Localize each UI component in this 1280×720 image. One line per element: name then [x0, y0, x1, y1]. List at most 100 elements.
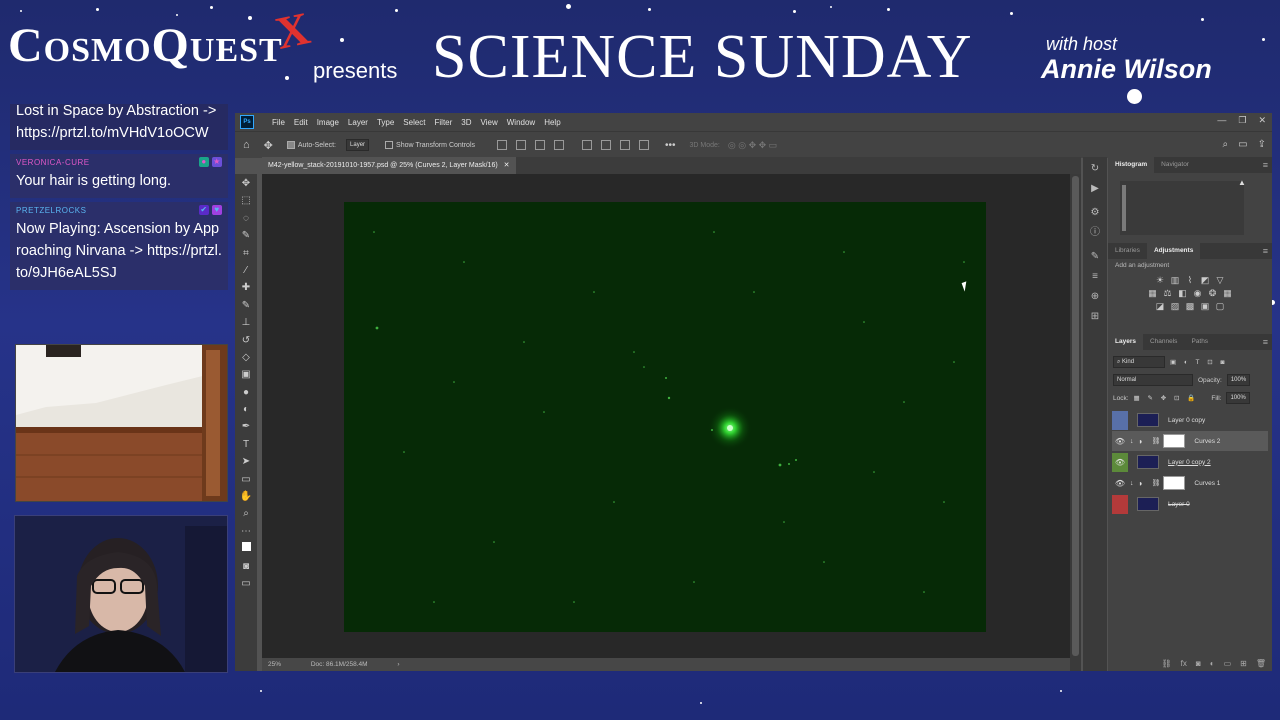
color-balance-icon[interactable]: ⚖	[1163, 288, 1173, 298]
posterize-icon[interactable]: ▨	[1170, 301, 1180, 311]
visibility-off-slot[interactable]	[1112, 410, 1128, 430]
quick-mask-icon[interactable]: ◙	[239, 560, 253, 574]
layer-style-icon[interactable]: fx	[1181, 657, 1187, 671]
fill-field[interactable]: 100%	[1226, 392, 1250, 404]
warning-icon[interactable]: ▲	[1238, 178, 1246, 187]
panel-menu-icon[interactable]: ≡	[1263, 334, 1268, 350]
dodge-tool-icon[interactable]: ◐	[239, 403, 253, 417]
hue-saturation-icon[interactable]: ▦	[1148, 288, 1158, 298]
auto-select-checkbox[interactable]	[286, 141, 295, 149]
tab-layers[interactable]: Layers	[1108, 334, 1143, 350]
link-icon[interactable]: ⛓	[1152, 479, 1161, 487]
restore-icon[interactable]: ❐	[1238, 115, 1246, 126]
layer-row-layer-0-copy-2[interactable]: 👁 Layer 0 copy 2	[1112, 452, 1268, 472]
menu-3d[interactable]: 3D	[461, 118, 471, 127]
zoom-level[interactable]: 25%	[268, 661, 281, 668]
menu-image[interactable]: Image	[317, 118, 339, 127]
new-group-icon[interactable]: ▭	[1224, 657, 1232, 671]
new-adjustment-icon[interactable]: ◐	[1210, 657, 1215, 671]
threshold-icon[interactable]: ▩	[1185, 301, 1195, 311]
more-tools-icon[interactable]: ⋯	[239, 525, 253, 539]
minimize-icon[interactable]: —	[1217, 115, 1226, 126]
panel-menu-icon[interactable]: ≡	[1263, 243, 1268, 259]
history-brush-icon[interactable]: ↺	[239, 334, 253, 348]
channel-mixer-icon[interactable]: ❂	[1208, 288, 1218, 298]
align-bottom-icon[interactable]	[620, 140, 631, 150]
photo-filter-icon[interactable]: ◉	[1193, 288, 1203, 298]
gradient-tool-icon[interactable]: ▣	[239, 368, 253, 382]
auto-select-dropdown[interactable]: Layer	[346, 139, 370, 151]
clone-source-icon[interactable]: ⊕	[1089, 291, 1101, 303]
brush-settings-icon[interactable]: ≡	[1089, 271, 1101, 283]
layer-kind-filter[interactable]: ⌕ Kind	[1113, 356, 1165, 368]
pen-tool-icon[interactable]: ✒	[239, 420, 253, 434]
type-tool-icon[interactable]: T	[239, 438, 253, 452]
screen-mode-icon[interactable]: ▭	[239, 577, 253, 591]
info-panel-icon[interactable]: ⓘ	[1089, 227, 1101, 239]
panel-menu-icon[interactable]: ≡	[1263, 157, 1268, 173]
menu-select[interactable]: Select	[403, 118, 425, 127]
link-layers-icon[interactable]: ⛓	[1162, 657, 1172, 671]
tab-adjustments[interactable]: Adjustments	[1146, 243, 1201, 259]
align-left-icon[interactable]	[497, 140, 508, 150]
tab-paths[interactable]: Paths	[1184, 334, 1215, 350]
tab-histogram[interactable]: Histogram	[1108, 157, 1155, 173]
eraser-tool-icon[interactable]: ◇	[239, 351, 253, 365]
actions-panel-icon[interactable]: ▶	[1089, 183, 1101, 195]
workspace-icon[interactable]: ▭	[1238, 139, 1247, 150]
share-icon[interactable]: ⇪	[1258, 139, 1266, 150]
crop-tool-icon[interactable]: ⌗	[239, 247, 253, 261]
menu-help[interactable]: Help	[544, 118, 560, 127]
menu-layer[interactable]: Layer	[348, 118, 368, 127]
tab-libraries[interactable]: Libraries	[1108, 243, 1147, 259]
distribute-icon[interactable]	[554, 140, 565, 150]
menu-filter[interactable]: Filter	[435, 118, 453, 127]
status-arrow-icon[interactable]: ›	[397, 661, 399, 668]
quick-select-tool-icon[interactable]: ✎	[239, 229, 253, 243]
gradient-map-icon[interactable]: ▢	[1215, 301, 1225, 311]
link-icon[interactable]: ⛓	[1152, 437, 1161, 445]
close-tab-icon[interactable]: ✕	[504, 162, 510, 169]
move-tool-icon[interactable]: ✥	[239, 177, 253, 191]
brush-panel-icon[interactable]: ✎	[1089, 251, 1101, 263]
marquee-tool-icon[interactable]: ⬚	[239, 194, 253, 208]
history-panel-icon[interactable]: ↻	[1089, 163, 1101, 175]
selective-color-icon[interactable]: ▣	[1200, 301, 1210, 311]
add-mask-icon[interactable]: ◙	[1196, 657, 1201, 671]
hand-tool-icon[interactable]: ✋	[239, 490, 253, 504]
layer-row-curves-2[interactable]: 👁 ↓ ◑ ⛓ Curves 2	[1112, 431, 1268, 451]
lasso-tool-icon[interactable]: ◌	[239, 212, 253, 226]
eye-icon[interactable]: 👁	[1112, 452, 1128, 472]
canvas-area[interactable]	[262, 174, 1070, 660]
layer-row-curves-1[interactable]: 👁 ↓ ◑ ⛓ Curves 1	[1112, 473, 1268, 493]
home-icon[interactable]: ⌂	[243, 139, 250, 151]
black-white-icon[interactable]: ◧	[1178, 288, 1188, 298]
eye-icon[interactable]: 👁	[1112, 474, 1128, 493]
layer-row-layer-0[interactable]: Layer 0	[1112, 494, 1268, 514]
color-lookup-icon[interactable]: ▦	[1223, 288, 1233, 298]
transform-controls-checkbox[interactable]	[385, 141, 394, 149]
eye-icon[interactable]: 👁	[1112, 432, 1128, 451]
levels-icon[interactable]: ▥	[1170, 275, 1180, 285]
menu-file[interactable]: File	[272, 118, 285, 127]
distribute-vertical-icon[interactable]	[639, 140, 650, 150]
move-tool-icon[interactable]: ✥	[264, 139, 273, 152]
color-swatches-icon[interactable]	[239, 542, 253, 556]
menu-view[interactable]: View	[481, 118, 498, 127]
close-icon[interactable]: ✕	[1258, 115, 1266, 126]
opacity-field[interactable]: 100%	[1226, 374, 1251, 386]
brush-tool-icon[interactable]: ✎	[239, 299, 253, 313]
vertical-scrollbar[interactable]	[1070, 174, 1081, 671]
align-middle-icon[interactable]	[601, 140, 612, 150]
path-select-tool-icon[interactable]: ➤	[239, 455, 253, 469]
menu-window[interactable]: Window	[507, 118, 535, 127]
lock-icons[interactable]: ▦ ✎ ✥ ⊡ 🔒	[1134, 394, 1199, 402]
healing-tool-icon[interactable]: ✚	[239, 281, 253, 295]
stamp-tool-icon[interactable]: ⊥	[239, 316, 253, 330]
curves-icon[interactable]: ⌇	[1185, 275, 1195, 285]
menu-type[interactable]: Type	[377, 118, 394, 127]
tool-presets-icon[interactable]: ⊞	[1089, 311, 1101, 323]
shape-tool-icon[interactable]: ▭	[239, 473, 253, 487]
layer-row-layer-0-copy[interactable]: Layer 0 copy	[1112, 410, 1268, 430]
eyedropper-tool-icon[interactable]: ⁄	[239, 264, 253, 278]
